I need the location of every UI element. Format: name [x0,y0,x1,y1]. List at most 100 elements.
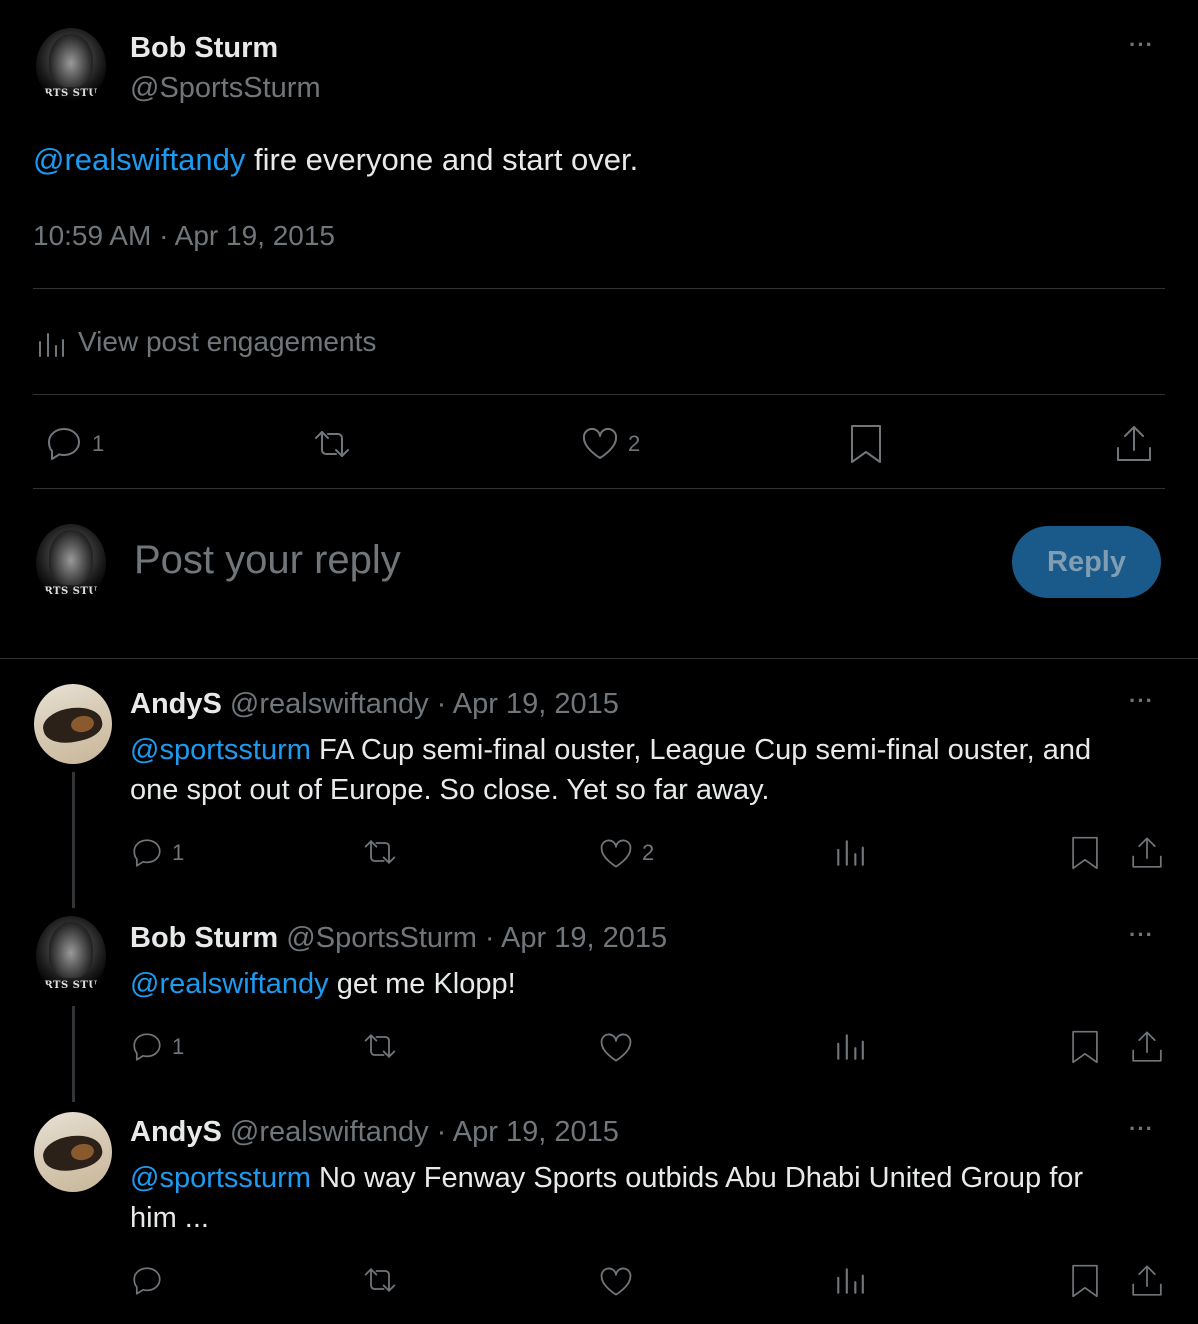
author-name[interactable]: AndyS [130,1116,222,1148]
section-divider [0,658,1198,659]
reply-text: @realswiftandy get me Klopp! [130,964,516,1004]
reply-body: get me Klopp! [328,968,516,1000]
author-meta[interactable]: @realswiftandy · Apr 19, 2015 [230,688,619,720]
avatar-figure [48,530,94,585]
avatar-caption: RTS STU [44,586,98,598]
post-text: @realswiftandy fire everyone and start o… [33,142,638,178]
like-icon [600,839,632,868]
bookmark-button[interactable] [1068,1028,1102,1071]
repost-icon [364,1268,396,1292]
like-button[interactable] [580,424,620,469]
reply-icon [48,428,80,460]
reply-text: @sportssturm FA Cup semi-final ouster, L… [130,730,1091,810]
reply-icon [133,839,161,867]
avatar-figure [48,34,94,88]
avatar-caption: RTS STU [44,88,98,100]
share-icon [1132,837,1162,868]
reply-header: Bob Sturm @SportsSturm · Apr 19, 2015 [130,922,667,955]
views-icon [837,1268,864,1294]
repost-icon [364,840,396,864]
post-timestamp[interactable]: 10:59 AM · Apr 19, 2015 [33,220,335,252]
mention-link[interactable]: @realswiftandy [33,142,245,177]
reply-text: @sportssturm No way Fenway Sports outbid… [130,1158,1083,1238]
reply-body: him ... [130,1202,209,1234]
reply-button[interactable] [130,1030,164,1069]
bookmark-button[interactable] [1068,1262,1102,1305]
reply-header: AndyS @realswiftandy · Apr 19, 2015 [130,688,619,721]
views-button[interactable] [834,1030,866,1067]
like-icon [600,1267,632,1296]
more-icon[interactable]: ··· [1129,688,1154,714]
bookmark-icon [851,425,881,463]
repost-button[interactable] [360,1262,400,1303]
views-icon [39,333,64,357]
views-icon [837,1034,864,1060]
author-handle[interactable]: @SportsSturm [130,72,321,105]
like-count: 2 [642,840,655,865]
reply-icon [133,1033,161,1061]
reply-count: 1 [172,840,185,865]
author-name[interactable]: Bob Sturm [130,32,278,65]
avatar[interactable]: RTS STU [36,916,106,996]
more-icon[interactable]: ··· [1129,32,1154,58]
post-body: fire everyone and start over. [245,142,639,177]
bookmark-button[interactable] [846,422,886,471]
avatar-caption: RTS STU [44,980,98,992]
reply-body: one spot out of Europe. So close. Yet so… [130,774,770,806]
share-button[interactable] [1128,1262,1166,1305]
avatar-figure [48,922,94,979]
thread-line [72,1006,75,1102]
thread-line [72,772,75,908]
reply-body: No way Fenway Sports outbids Abu Dhabi U… [310,1162,1084,1194]
bookmark-button[interactable] [1068,834,1102,877]
divider [33,488,1165,489]
reply-body: FA Cup semi-final ouster, League Cup sem… [310,734,1092,766]
share-icon [1132,1265,1162,1296]
mention-link[interactable]: @realswiftandy [130,968,329,1000]
like-icon [600,1033,632,1062]
bookmark-icon [1072,1030,1098,1064]
bookmark-icon [1072,836,1098,870]
like-button[interactable] [598,1030,634,1071]
reply-button[interactable] [44,424,84,469]
avatar[interactable]: RTS STU [36,28,106,104]
more-icon[interactable]: ··· [1129,1116,1154,1142]
repost-button[interactable] [360,834,400,875]
repost-button[interactable] [360,1028,400,1069]
reply-submit-button[interactable]: Reply [1012,526,1161,598]
author-meta[interactable]: @realswiftandy · Apr 19, 2015 [230,1116,619,1148]
reply-input[interactable]: Post your reply [134,538,401,583]
author-meta[interactable]: @SportsSturm · Apr 19, 2015 [286,922,667,954]
views-icon [837,840,864,866]
repost-icon [315,431,349,457]
author-name[interactable]: AndyS [130,688,222,720]
bookmark-icon [1072,1264,1098,1298]
share-button[interactable] [1128,1028,1166,1071]
repost-icon [364,1034,396,1058]
share-icon [1117,426,1151,461]
like-button[interactable] [598,836,634,877]
like-count: 2 [628,431,641,456]
avatar[interactable] [34,1112,112,1192]
share-icon [1132,1031,1162,1062]
reply-button[interactable] [130,836,164,875]
views-button[interactable] [834,1264,866,1301]
reply-button[interactable] [130,1264,164,1303]
author-name[interactable]: Bob Sturm [130,922,278,954]
like-icon [582,427,618,459]
like-button[interactable] [598,1264,634,1305]
reply-count: 1 [92,431,105,456]
views-button[interactable] [834,836,866,873]
composer-avatar[interactable]: RTS STU [36,524,106,602]
avatar[interactable] [34,684,112,764]
mention-link[interactable]: @sportssturm [130,734,311,766]
divider [33,394,1165,395]
mention-link[interactable]: @sportssturm [130,1162,311,1194]
reply-submit-label: Reply [1047,545,1126,578]
view-engagements-label: View post engagements [78,326,377,357]
repost-button[interactable] [310,424,354,469]
share-button[interactable] [1112,422,1156,471]
share-button[interactable] [1128,834,1166,877]
more-icon[interactable]: ··· [1129,922,1154,948]
reply-icon [133,1267,161,1295]
